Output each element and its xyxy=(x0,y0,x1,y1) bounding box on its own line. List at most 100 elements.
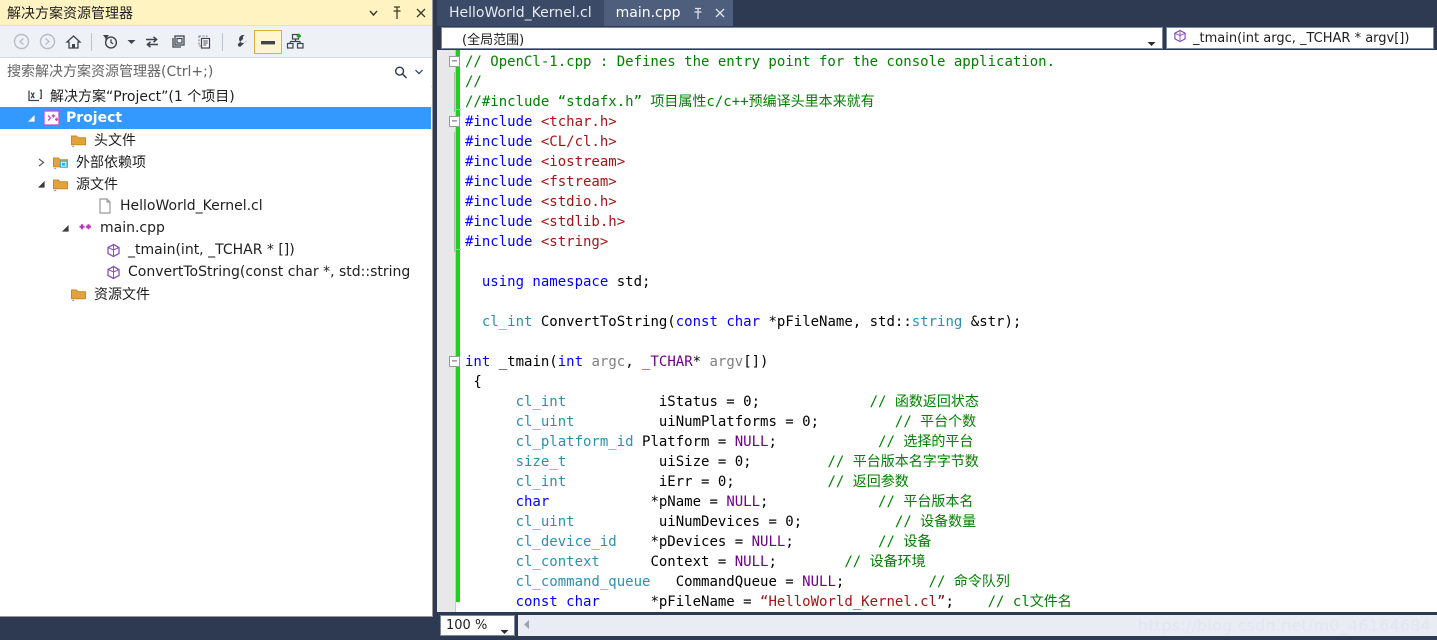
home-icon[interactable] xyxy=(60,30,86,54)
solution-icon xyxy=(24,89,46,104)
code-line: const char *pFileName = “HelloWorld_Kern… xyxy=(465,592,1072,612)
toolbar-separator-2 xyxy=(222,32,223,51)
code-line: − #include <tchar.h> xyxy=(449,112,1072,132)
tree-row-project[interactable]: Project xyxy=(0,107,431,129)
code-token: NULL xyxy=(734,554,769,570)
code-token: <string> xyxy=(540,234,609,250)
search-options-caret-icon[interactable] xyxy=(412,64,426,80)
tree-row-external-dependencies[interactable]: 外部依赖项 xyxy=(0,151,431,173)
cpp-file-icon xyxy=(74,221,96,235)
dropdown-caret-icon[interactable] xyxy=(123,30,139,54)
code-token: char xyxy=(726,314,761,330)
code-token: cl_command_queue xyxy=(515,574,651,590)
tree-row-header-files[interactable]: 头文件 xyxy=(0,129,431,151)
code-token: #include xyxy=(465,174,541,190)
scope-selector-right[interactable]: _tmain(int argc, _TCHAR * argv[]) xyxy=(1166,27,1434,49)
forward-arrow-icon[interactable] xyxy=(34,30,60,54)
fold-collapse-icon[interactable]: − xyxy=(449,56,460,67)
fold-guide-line xyxy=(454,172,455,192)
code-token: int xyxy=(557,354,584,370)
code-token: // OpenCl-1.cpp : Defines the entry poin… xyxy=(465,54,1056,70)
pin-icon[interactable] xyxy=(390,5,404,21)
code-token: Context = xyxy=(599,554,735,570)
show-all-files-icon[interactable] xyxy=(191,30,217,54)
code-token: <CL/cl.h> xyxy=(540,134,617,150)
code-line: { xyxy=(465,372,1072,392)
tab-helloworld-kernel-cl[interactable]: HelloWorld_Kernel.cl xyxy=(437,0,604,26)
code-token: cl_uint xyxy=(515,414,575,430)
close-icon[interactable] xyxy=(414,5,428,21)
watermark-text: https://blog.csdn.net/m0_46164684 xyxy=(1138,616,1431,635)
tree-row-resource-files[interactable]: 资源文件 xyxy=(0,283,431,305)
code-line: −// OpenCl-1.cpp : Defines the entry poi… xyxy=(449,52,1072,72)
source-code-text: −// OpenCl-1.cpp : Defines the entry poi… xyxy=(449,52,1072,612)
code-line: − int _tmain(int argc, _TCHAR* argv[]) xyxy=(449,352,1072,372)
code-token: ; xyxy=(760,494,879,510)
method-icon xyxy=(1173,29,1187,48)
code-token: #include xyxy=(465,134,541,150)
scroll-left-arrow-icon[interactable] xyxy=(522,617,531,635)
class-view-icon[interactable] xyxy=(282,30,308,54)
tab-main-cpp[interactable]: main.cpp xyxy=(603,0,733,26)
code-token: cl_int xyxy=(481,314,533,330)
code-line: cl_uint uiNumPlatforms = 0; // 平台个数 xyxy=(465,412,1072,432)
tree-row-converttostring-method[interactable]: ConvertToString(const char *, std::strin… xyxy=(0,261,431,283)
code-token: “HelloWorld_Kernel.cl” xyxy=(760,594,946,610)
horizontal-scrollbar[interactable]: https://blog.csdn.net/m0_46164684 xyxy=(518,615,1437,636)
chevron-down-icon[interactable] xyxy=(500,622,509,640)
expander-expanded-icon[interactable] xyxy=(32,180,50,189)
expander-expanded-icon[interactable] xyxy=(22,114,40,123)
expander-expanded-icon[interactable] xyxy=(56,224,74,233)
close-icon[interactable] xyxy=(713,5,727,21)
code-token: cl_uint xyxy=(515,514,575,530)
cpp-project-icon xyxy=(40,110,62,126)
code-line: cl_int iStatus = 0; // 函数返回状态 xyxy=(465,392,1072,412)
editor-scope-bar: (全局范围) _tmain(int argc, _TCHAR * argv[]) xyxy=(437,26,1437,50)
solution-explorer-panel: 解决方案资源管理器 搜索解决方案资源管理器(Ctrl+;) 解决方案“Proje… xyxy=(0,0,433,639)
fold-collapse-icon[interactable]: − xyxy=(449,356,460,367)
pin-icon[interactable] xyxy=(691,5,705,21)
fold-guide-line xyxy=(454,132,455,152)
sync-with-active-document-icon[interactable] xyxy=(139,30,165,54)
code-token: ; xyxy=(945,594,988,610)
tree-row-helloworld-kernel-cl[interactable]: HelloWorld_Kernel.cl xyxy=(0,195,431,217)
tree-row-tmain-method[interactable]: _tmain(int, _TCHAR * []) xyxy=(0,239,431,261)
code-token: int xyxy=(465,354,491,370)
code-token: *pDevices = xyxy=(616,534,752,550)
code-line: #include <stdlib.h> xyxy=(465,212,1072,232)
code-token: #include xyxy=(465,194,541,210)
editor-bottom-bar: 100 % https://blog.csdn.net/m0_46164684 xyxy=(437,612,1437,639)
file-icon xyxy=(94,198,116,214)
tree-row-main-cpp[interactable]: main.cpp xyxy=(0,217,431,239)
tree-row-source-files[interactable]: 源文件 xyxy=(0,173,431,195)
solution-explorer-tree[interactable]: 解决方案“Project”(1 个项目) Project 头文件 外部依赖项 源… xyxy=(0,85,431,616)
tree-row-solution[interactable]: 解决方案“Project”(1 个项目) xyxy=(0,85,431,107)
scope-selector-left[interactable]: (全局范围) xyxy=(441,27,1163,49)
tree-label: main.cpp xyxy=(100,220,165,236)
expander-collapsed-icon[interactable] xyxy=(32,158,50,167)
properties-wrench-icon[interactable] xyxy=(228,30,254,54)
search-icon[interactable] xyxy=(394,64,408,80)
code-token: CommandQueue = xyxy=(650,574,803,590)
code-editor-surface[interactable]: −// OpenCl-1.cpp : Defines the entry poi… xyxy=(437,50,1437,612)
dropdown-icon[interactable] xyxy=(366,5,380,21)
method-icon xyxy=(102,265,124,280)
refresh-icon[interactable] xyxy=(165,30,191,54)
code-token: // xyxy=(465,74,482,90)
code-token: <fstream> xyxy=(540,174,617,190)
code-token: NULL xyxy=(802,574,836,590)
search-input[interactable] xyxy=(0,63,379,81)
code-token: cl_platform_id xyxy=(515,434,634,450)
back-arrow-icon[interactable] xyxy=(8,30,34,54)
zoom-level-selector[interactable]: 100 % xyxy=(440,615,515,636)
preview-selected-items-icon[interactable] xyxy=(254,29,282,54)
fold-guide-line xyxy=(454,212,455,232)
pending-changes-filter-icon[interactable] xyxy=(97,30,123,54)
fold-collapse-icon[interactable]: − xyxy=(449,116,460,127)
